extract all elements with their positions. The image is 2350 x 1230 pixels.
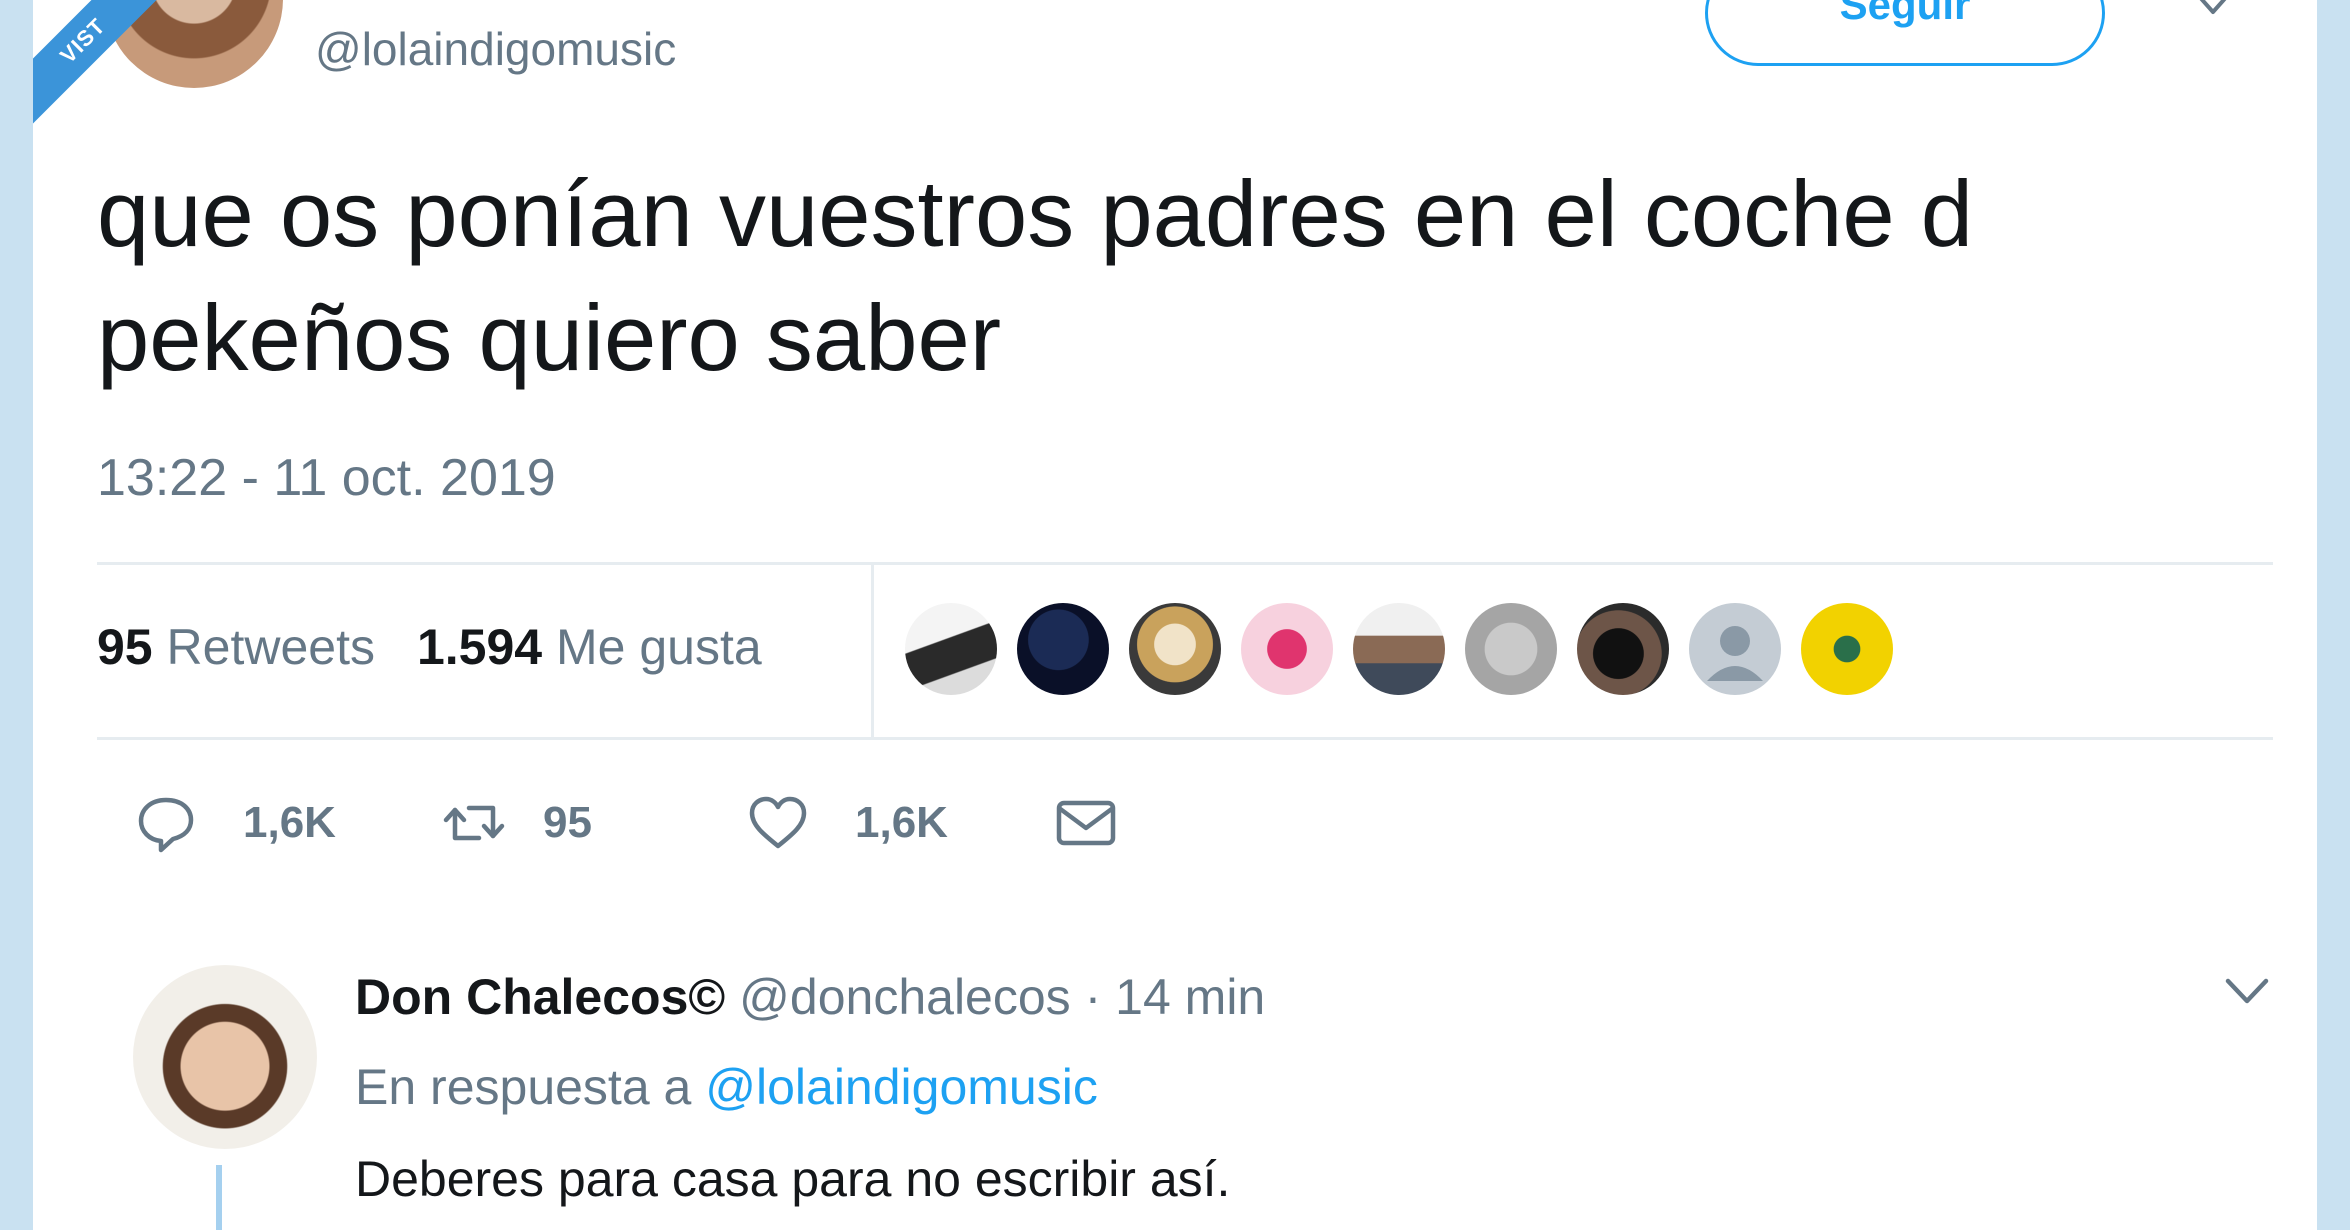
liker-avatar[interactable]: [1577, 603, 1669, 695]
liker-avatar[interactable]: [1465, 603, 1557, 695]
reply-author-avatar[interactable]: [133, 965, 317, 1149]
reply-icon: [138, 797, 194, 853]
author-handle[interactable]: @lolaindigomusic: [315, 22, 676, 76]
reply-author-name[interactable]: Don Chalecos©: [355, 969, 725, 1025]
liker-avatar[interactable]: [1801, 603, 1893, 695]
likes-count: 1.594: [416, 619, 543, 675]
reply-count: 1,6K: [243, 798, 336, 847]
direct-message-action[interactable]: [1053, 790, 1119, 856]
chevron-down-icon[interactable]: [2193, 0, 2233, 20]
thread-line: [216, 1165, 222, 1230]
like-count: 1,6K: [855, 798, 948, 847]
like-action[interactable]: 1,6K: [745, 790, 948, 856]
reply-separator: ·: [1084, 969, 1102, 1025]
liker-avatar[interactable]: [1129, 603, 1221, 695]
default-avatar-icon: [1707, 626, 1763, 681]
reply-header: Don Chalecos© @donchalecos · 14 min: [355, 968, 1265, 1026]
engagement-stats: 95 Retweets 1.594 Me gusta: [97, 618, 762, 676]
likes-stat[interactable]: 1.594 Me gusta: [417, 619, 762, 675]
divider: [871, 562, 874, 738]
retweets-count: 95: [97, 619, 153, 675]
retweets-stat[interactable]: 95 Retweets: [97, 619, 375, 675]
likes-label: Me gusta: [556, 619, 762, 675]
liker-avatar[interactable]: [1017, 603, 1109, 695]
tweet-card: VIST @lolaindigomusic Seguir que os poní…: [33, 0, 2317, 1230]
divider: [97, 562, 2273, 565]
envelope-icon: [1056, 800, 1116, 846]
retweet-count: 95: [543, 798, 592, 847]
retweets-label: Retweets: [166, 619, 375, 675]
in-reply-to: En respuesta a @lolaindigomusic: [355, 1058, 1098, 1116]
in-reply-to-label: En respuesta a: [355, 1059, 692, 1115]
liker-avatar[interactable]: [1241, 603, 1333, 695]
reply-time[interactable]: 14 min: [1115, 969, 1265, 1025]
chevron-down-icon[interactable]: [2223, 975, 2271, 1009]
heart-icon: [749, 796, 807, 849]
retweet-action[interactable]: 95: [441, 790, 592, 856]
reply-author-handle[interactable]: @donchalecos: [739, 969, 1071, 1025]
liker-avatar[interactable]: [905, 603, 997, 695]
retweet-icon: [443, 805, 505, 841]
tweet-text: que os ponían vuestros padres en el coch…: [97, 161, 1974, 390]
liker-avatar[interactable]: [1353, 603, 1445, 695]
in-reply-to-handle[interactable]: @lolaindigomusic: [705, 1059, 1098, 1115]
tweet-timestamp[interactable]: 13:22 - 11 oct. 2019: [97, 448, 556, 508]
reply-text: Deberes para casa para no escribir así.: [355, 1151, 1231, 1207]
reply-action[interactable]: 1,6K: [133, 790, 336, 856]
follow-button[interactable]: Seguir: [1705, 0, 2105, 66]
divider: [97, 737, 2273, 740]
liker-avatar[interactable]: [1689, 603, 1781, 695]
